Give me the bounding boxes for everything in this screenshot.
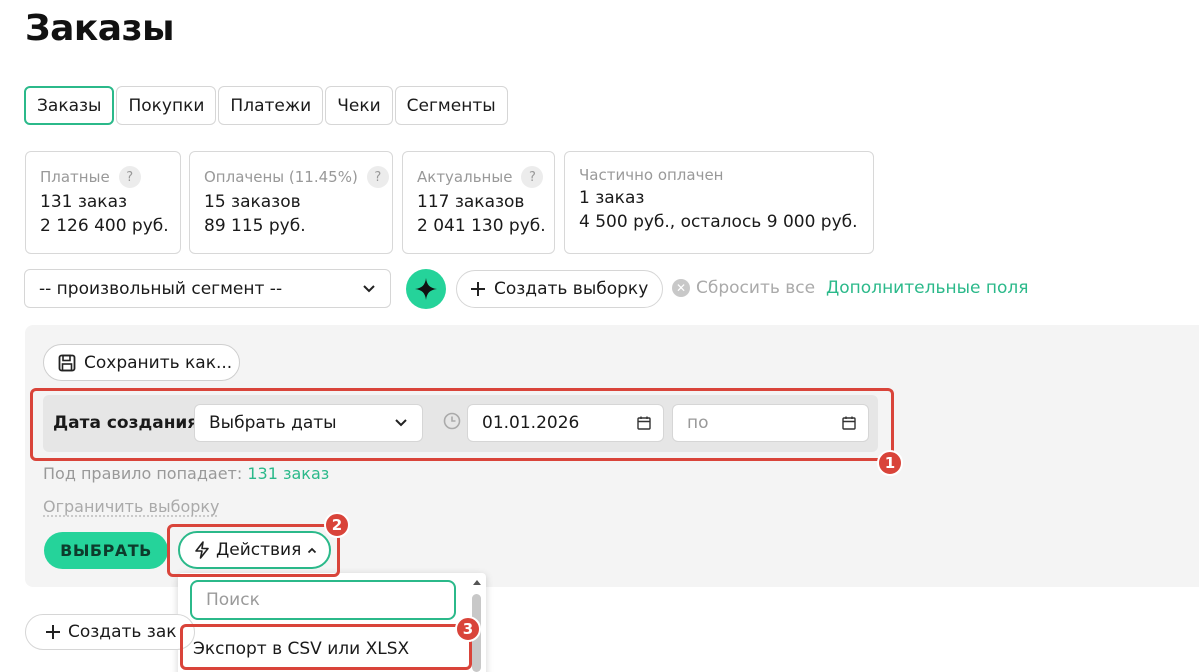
tab-orders[interactable]: Заказы (24, 86, 115, 125)
highlight-frame-2 (167, 524, 340, 577)
card-amount: 4 500 руб., осталось 9 000 руб. (579, 212, 858, 232)
tab-purchases[interactable]: Покупки (116, 86, 217, 125)
tab-segments[interactable]: Сегменты (394, 86, 508, 125)
card-title: Актуальные (417, 168, 513, 186)
card-amount: 2 126 400 руб. (40, 216, 169, 236)
card-count: 131 заказ (40, 192, 128, 212)
create-selection-button[interactable]: Создать выборку (456, 270, 663, 308)
reset-all-button[interactable]: ✕ Сбросить все (672, 278, 815, 298)
card-amount: 89 115 руб. (204, 216, 306, 236)
save-as-label: Сохранить как... (84, 352, 233, 373)
card-amount: 2 041 130 руб. (417, 216, 546, 236)
tabs-bar: Заказы Покупки Платежи Чеки Сегменты (24, 86, 508, 125)
ai-sparkle-button[interactable] (406, 269, 446, 309)
rule-prefix: Под правило попадает: (43, 464, 243, 483)
create-order-button[interactable]: Создать зак (25, 614, 195, 650)
plus-icon (471, 282, 485, 296)
create-order-label: Создать зак (68, 622, 177, 642)
card-count: 117 заказов (417, 192, 525, 212)
select-button[interactable]: ВЫБРАТЬ (44, 532, 168, 569)
card-title: Частично оплачен (579, 166, 724, 184)
sparkle-icon (415, 278, 437, 300)
limit-selection-link[interactable]: Ограничить выборку (43, 497, 220, 516)
help-icon[interactable]: ? (118, 166, 141, 188)
tab-payments[interactable]: Платежи (218, 86, 324, 125)
highlight-frame-1 (30, 388, 894, 461)
stat-card-partial: Частично оплачен 1 заказ 4 500 руб., ост… (564, 151, 874, 254)
tab-receipts[interactable]: Чеки (325, 86, 393, 125)
help-icon[interactable]: ? (366, 166, 389, 188)
page-title: Заказы (25, 8, 175, 49)
card-count: 1 заказ (579, 188, 645, 208)
rule-info: Под правило попадает: 131 заказ (43, 464, 329, 483)
card-title: Платные (40, 168, 110, 186)
save-icon (58, 354, 76, 371)
save-as-button[interactable]: Сохранить как... (43, 344, 240, 381)
rule-count: 131 заказ (247, 464, 330, 483)
stat-card-actual: Актуальные? 117 заказов 2 041 130 руб. (402, 151, 555, 254)
close-circle-icon: ✕ (672, 279, 690, 297)
segment-value: -- произвольный сегмент -- (39, 278, 283, 299)
step-badge-1: 1 (877, 450, 903, 476)
scroll-up-arrow-icon[interactable] (470, 576, 484, 588)
help-icon[interactable]: ? (521, 166, 544, 188)
plus-icon (46, 625, 60, 639)
extra-fields-link[interactable]: Дополнительные поля (826, 278, 1028, 298)
stat-card-paid: Платные? 131 заказ 2 126 400 руб. (25, 151, 181, 254)
chevron-down-icon (363, 284, 375, 292)
create-selection-label: Создать выборку (494, 279, 649, 299)
card-title: Оплачены (11.45%) (204, 168, 358, 186)
card-count: 15 заказов (204, 192, 301, 212)
step-badge-3: 3 (455, 616, 481, 642)
highlight-frame-3 (180, 624, 472, 670)
dropdown-search-input[interactable] (190, 580, 456, 620)
reset-all-label: Сбросить все (696, 278, 816, 298)
stat-card-paid-percent: Оплачены (11.45%)? 15 заказов 89 115 руб… (189, 151, 393, 254)
segment-select[interactable]: -- произвольный сегмент -- (24, 269, 391, 308)
step-badge-2: 2 (324, 512, 350, 538)
